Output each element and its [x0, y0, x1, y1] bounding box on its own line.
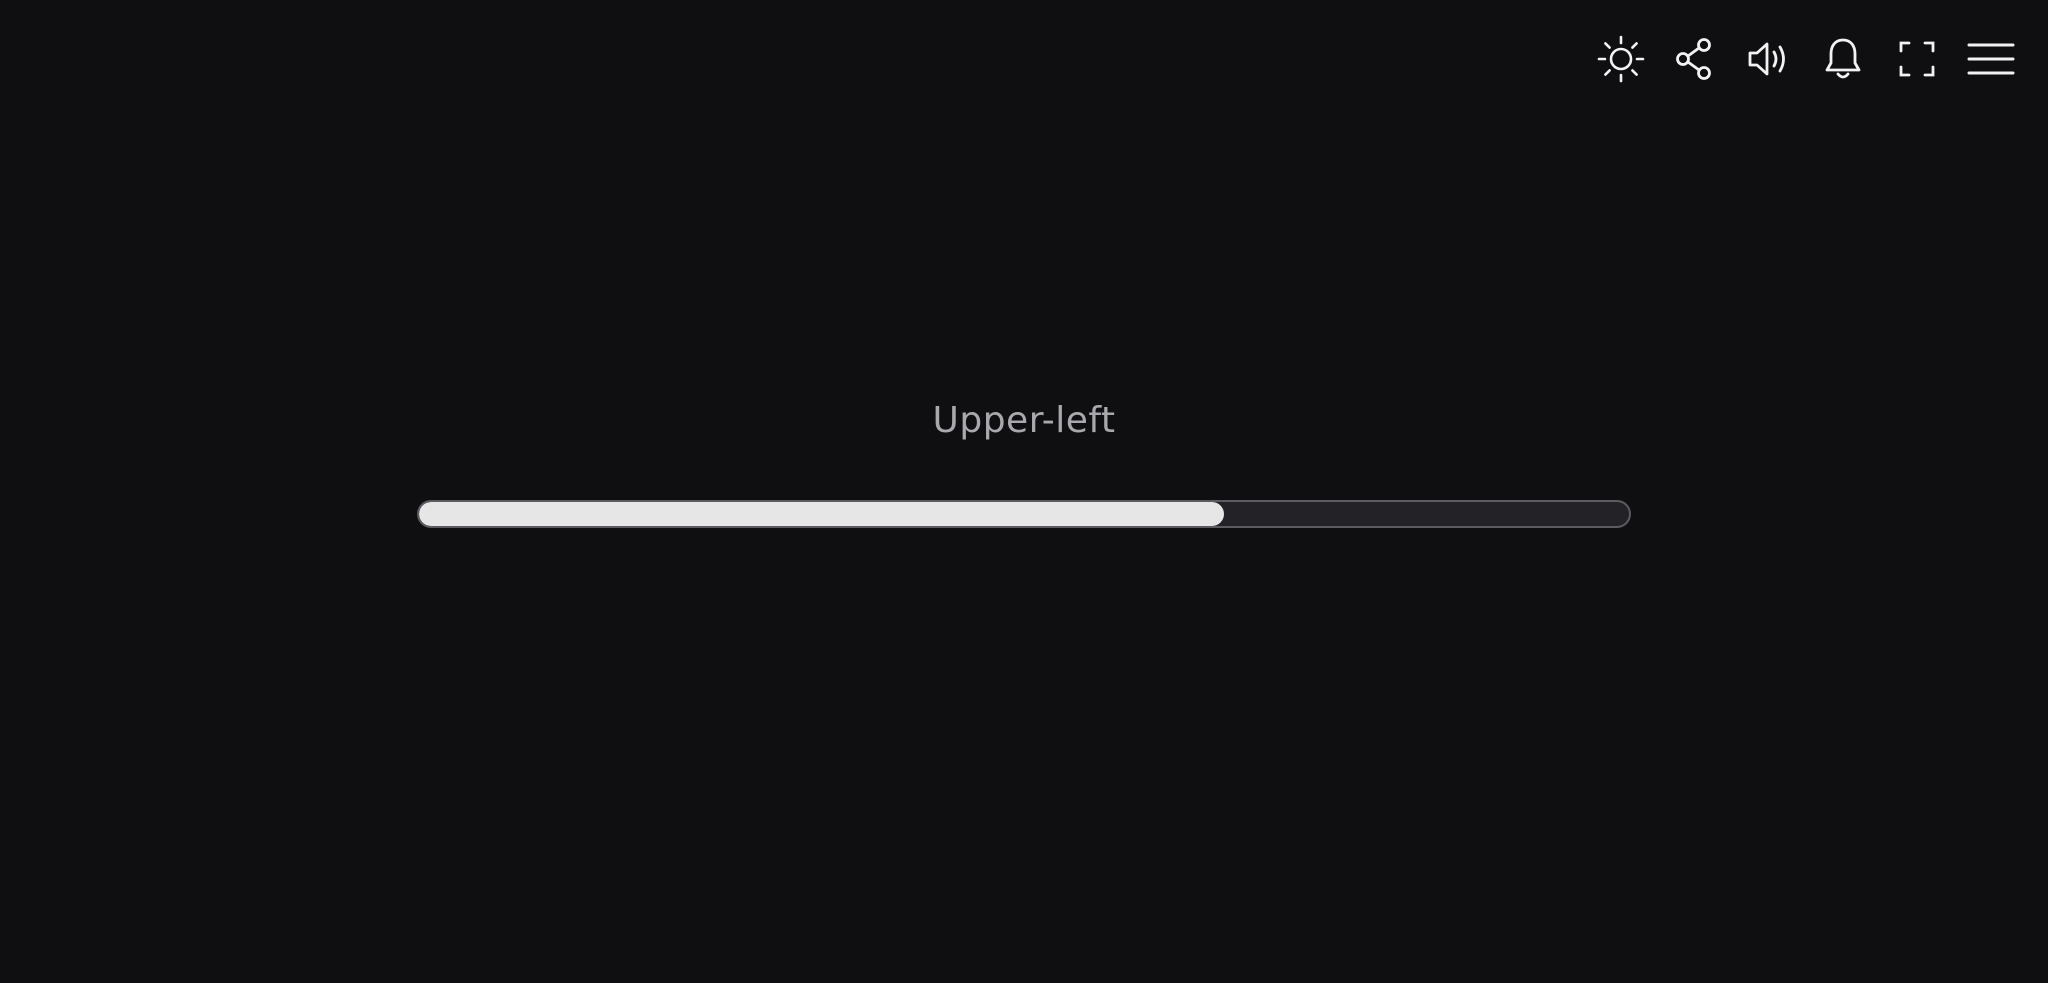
fullscreen-button[interactable]	[1880, 32, 1954, 86]
share-button[interactable]	[1658, 32, 1732, 86]
app-stage: Upper-left	[0, 0, 2048, 983]
volume-icon	[1748, 42, 1785, 76]
theme-toggle-button[interactable]	[1584, 32, 1658, 86]
share-icon	[1676, 38, 1711, 80]
sun-icon	[1597, 35, 1645, 83]
notifications-button[interactable]	[1806, 32, 1880, 86]
top-toolbar	[1584, 32, 2028, 86]
menu-icon	[1967, 43, 2015, 75]
progress-bar	[417, 500, 1631, 528]
position-label: Upper-left	[932, 400, 1116, 441]
bell-icon	[1825, 38, 1861, 79]
progress-fill	[419, 502, 1224, 526]
fullscreen-icon	[1899, 41, 1935, 77]
menu-button[interactable]	[1954, 32, 2028, 86]
sound-button[interactable]	[1732, 32, 1806, 86]
